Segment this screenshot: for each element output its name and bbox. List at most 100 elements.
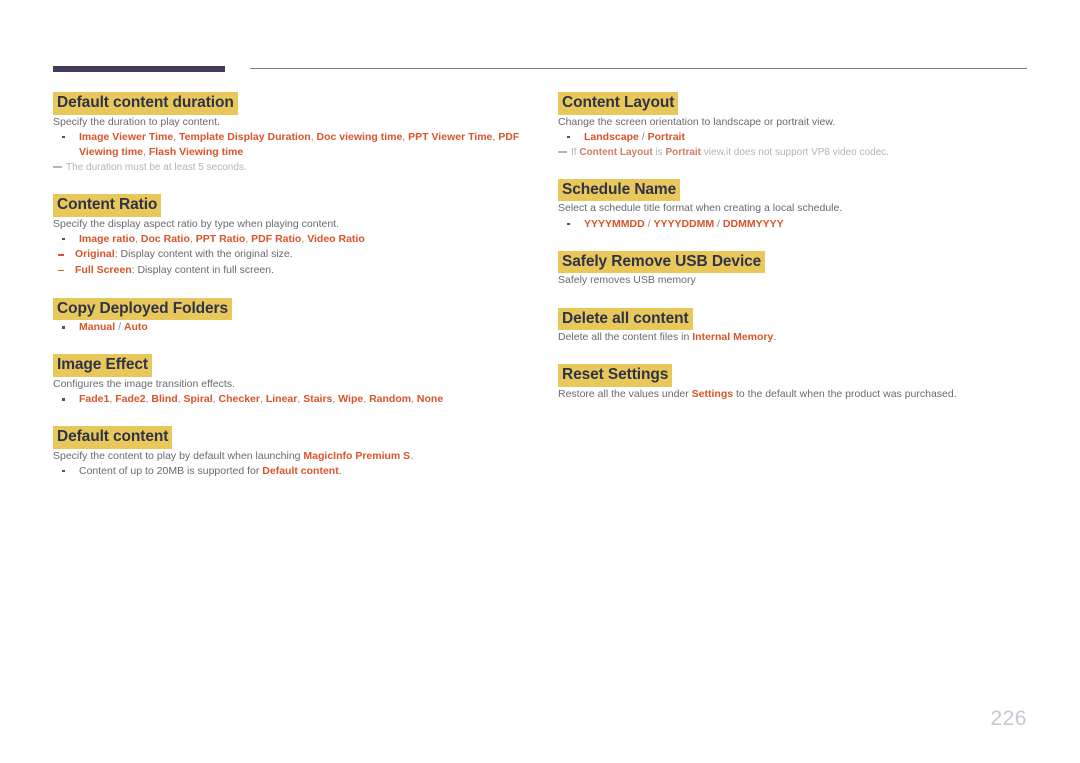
section-description: Change the screen orientation to landsca… bbox=[558, 115, 836, 128]
text-run: Template Display Duration bbox=[179, 130, 311, 143]
list-item: YYYYMMDD / YYYYDDMM / DDMMYYYY bbox=[558, 217, 1028, 232]
text-run: Spiral bbox=[183, 393, 213, 406]
text-run: Restore all the values under bbox=[558, 387, 692, 400]
text-run: Manual bbox=[79, 321, 116, 334]
text-run: Auto bbox=[123, 321, 148, 334]
section-description: Specify the content to play by default w… bbox=[53, 449, 523, 464]
bullet-list: Content of up to 20MB is supported for D… bbox=[53, 464, 523, 479]
text-run: PPT Ratio bbox=[195, 232, 246, 245]
text-run: is bbox=[652, 146, 666, 158]
section-heading-default-content-duration: Default content duration bbox=[53, 92, 523, 115]
heading-highlight: Content Layout bbox=[558, 92, 679, 115]
text-run: / bbox=[714, 217, 723, 230]
text-run: Portrait bbox=[647, 130, 685, 143]
text-run: Image ratio bbox=[79, 232, 136, 245]
list-item: Image ratio, Doc Ratio, PPT Ratio, PDF R… bbox=[53, 232, 523, 247]
sub-list-item: Original: Display content with the origi… bbox=[53, 247, 523, 263]
text-run: / bbox=[638, 130, 648, 143]
section-heading-safely-remove-usb-device: Safely Remove USB Device bbox=[558, 250, 1028, 274]
sub-text: : Display content in full screen. bbox=[131, 263, 275, 276]
text-run: Random bbox=[369, 393, 412, 406]
heading-highlight: Schedule Name bbox=[558, 178, 681, 202]
text-run: Linear bbox=[265, 393, 298, 406]
bullet-list: Image Viewer Time, Template Display Dura… bbox=[53, 130, 523, 160]
bullet-list: YYYYMMDD / YYYYDDMM / DDMMYYYY bbox=[558, 217, 1028, 232]
text-run: Specify the content to play by default w… bbox=[53, 449, 304, 462]
sub-text: : Display content with the original size… bbox=[114, 248, 293, 261]
right-column: Content Layout Change the screen orientat… bbox=[558, 92, 1028, 402]
text-run: Content of up to 20MB is supported for bbox=[79, 464, 263, 477]
section-description: Specify the duration to play content. bbox=[53, 115, 220, 128]
heading-highlight: Reset Settings bbox=[558, 364, 673, 387]
section-description: Restore all the values under Settings to… bbox=[558, 387, 1028, 402]
text-run: Settings bbox=[691, 387, 734, 400]
left-column: Default content duration Specify the dura… bbox=[53, 92, 523, 479]
section-reset-settings: Reset Settings Restore all the values und… bbox=[558, 364, 1028, 402]
section-heading-content-layout: Content Layout bbox=[558, 92, 1028, 115]
header-accent-bar bbox=[53, 66, 225, 72]
section-heading-default-content: Default content bbox=[53, 426, 523, 449]
list-item: Image Viewer Time, Template Display Dura… bbox=[53, 130, 523, 160]
text-run: Delete all the content files in bbox=[558, 331, 693, 344]
page-header-rules bbox=[0, 0, 1080, 80]
section-heading-content-ratio: Content Ratio bbox=[53, 194, 523, 217]
text-run: . bbox=[773, 331, 777, 344]
text-run: Internal Memory bbox=[692, 331, 774, 344]
text-run: Fade1 bbox=[79, 393, 110, 406]
section-content-layout: Content Layout Change the screen orientat… bbox=[558, 92, 1028, 160]
bullet-list: Image ratio, Doc Ratio, PPT Ratio, PDF R… bbox=[53, 232, 523, 247]
section-description: Select a schedule title format when crea… bbox=[558, 202, 843, 215]
section-description: Delete all the content files in Internal… bbox=[558, 330, 1028, 345]
section-heading-schedule-name: Schedule Name bbox=[558, 178, 1028, 202]
text-run: Blind bbox=[151, 393, 178, 406]
section-default-content: Default content Specify the content to pl… bbox=[53, 426, 523, 479]
heading-highlight: Delete all content bbox=[558, 307, 693, 331]
text-run: MagicInfo Premium S bbox=[303, 449, 411, 462]
section-delete-all-content: Delete all content Delete all the content… bbox=[558, 307, 1028, 346]
page-number: 226 bbox=[990, 707, 1027, 730]
text-run: DDMMYYYY bbox=[722, 217, 784, 230]
section-schedule-name: Schedule Name Select a schedule title for… bbox=[558, 178, 1028, 232]
document-page: Default content duration Specify the dura… bbox=[0, 0, 1080, 763]
text-run: YYYYDDMM bbox=[653, 217, 715, 230]
heading-highlight: Image Effect bbox=[53, 354, 152, 377]
text-run: Flash Viewing time bbox=[148, 145, 244, 158]
heading-highlight: Copy Deployed Folders bbox=[53, 297, 233, 321]
text-run: Content Layout bbox=[579, 146, 653, 158]
text-run: view,it does not support VP8 video codec… bbox=[701, 146, 889, 158]
bullet-list: Landscape / Portrait bbox=[558, 130, 1028, 145]
section-note: The duration must be at least 5 seconds. bbox=[53, 160, 523, 175]
text-run: Landscape bbox=[584, 130, 639, 143]
section-description: Configures the image transition effects. bbox=[53, 377, 235, 390]
list-item: Fade1, Fade2, Blind, Spiral, Checker, Li… bbox=[53, 392, 523, 407]
section-default-content-duration: Default content duration Specify the dura… bbox=[53, 92, 523, 175]
section-heading-image-effect: Image Effect bbox=[53, 354, 523, 377]
sub-term: Full Screen bbox=[75, 263, 132, 276]
section-note: If Content Layout is Portrait view,it do… bbox=[558, 145, 1028, 160]
bullet-list: Fade1, Fade2, Blind, Spiral, Checker, Li… bbox=[53, 392, 523, 407]
section-description: Safely removes USB memory bbox=[558, 274, 696, 287]
heading-highlight: Safely Remove USB Device bbox=[558, 250, 766, 274]
section-content-ratio: Content Ratio Specify the display aspect … bbox=[53, 194, 523, 278]
text-run: / bbox=[115, 321, 124, 334]
header-divider-line bbox=[250, 68, 1027, 69]
heading-highlight: Content Ratio bbox=[53, 194, 162, 217]
bullet-list: Manual / Auto bbox=[53, 320, 523, 335]
sub-bullet-list: Original: Display content with the origi… bbox=[53, 247, 523, 279]
text-run: Doc Ratio bbox=[140, 232, 190, 245]
section-heading-copy-deployed-folders: Copy Deployed Folders bbox=[53, 297, 523, 321]
text-run: Wipe bbox=[338, 393, 364, 406]
list-item: Manual / Auto bbox=[53, 320, 523, 335]
list-item: Content of up to 20MB is supported for D… bbox=[53, 464, 523, 479]
text-run: YYYYMMDD bbox=[584, 217, 645, 230]
section-description: Specify the display aspect ratio by type… bbox=[53, 217, 340, 230]
sub-list-item: Full Screen: Display content in full scr… bbox=[53, 263, 523, 279]
text-run: . bbox=[338, 464, 342, 477]
list-item: Landscape / Portrait bbox=[558, 130, 1028, 145]
text-run: None bbox=[416, 393, 444, 406]
section-copy-deployed-folders: Copy Deployed Folders Manual / Auto bbox=[53, 297, 523, 336]
section-image-effect: Image Effect Configures the image transit… bbox=[53, 354, 523, 407]
heading-highlight: Default content duration bbox=[53, 92, 238, 115]
heading-highlight: Default content bbox=[53, 426, 173, 449]
section-heading-delete-all-content: Delete all content bbox=[558, 307, 1028, 331]
